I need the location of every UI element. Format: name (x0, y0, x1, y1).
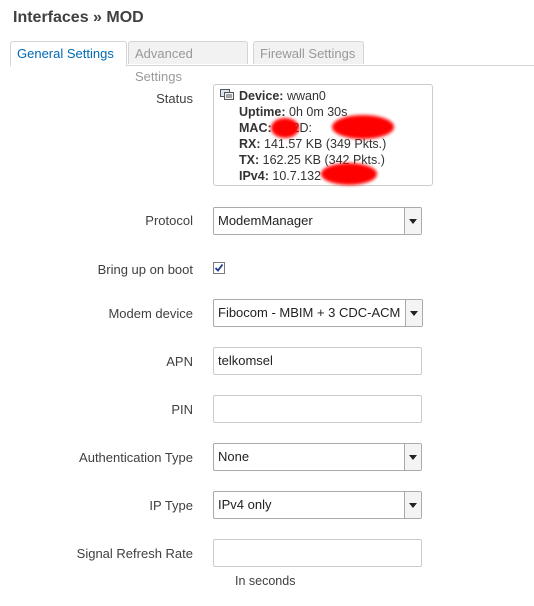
pin-label: PIN (171, 402, 193, 417)
chevron-down-icon (404, 444, 421, 470)
tab-general-settings[interactable]: General Settings (10, 41, 127, 66)
status-label: Status (156, 91, 193, 106)
chevron-down-icon (404, 492, 421, 518)
status-device: Device: wwan0 (239, 89, 326, 103)
protocol-label: Protocol (145, 213, 193, 228)
signal-refresh-rate-label: Signal Refresh Rate (76, 546, 193, 561)
tab-bar: General Settings Advanced Settings Firew… (10, 41, 534, 84)
status-box: Device: wwan0 Uptime: 0h 0m 30s MAC: 34:… (213, 84, 433, 186)
protocol-select[interactable]: ModemManager (213, 207, 422, 235)
tab-advanced-settings[interactable]: Advanced Settings (128, 41, 248, 84)
pin-input[interactable] (213, 395, 422, 423)
apn-label: APN (166, 354, 193, 369)
authentication-type-select[interactable]: None (213, 443, 422, 471)
redaction-mark (332, 115, 394, 139)
ip-type-select[interactable]: IPv4 only (213, 491, 422, 519)
signal-refresh-rate-hint: In seconds (235, 574, 296, 588)
signal-refresh-rate-input[interactable] (213, 539, 422, 567)
modem-device-select[interactable]: Fibocom - MBIM + 3 CDC-ACM (213, 299, 423, 327)
chevron-down-icon (405, 300, 422, 326)
chevron-down-icon (404, 208, 421, 234)
network-device-icon (220, 89, 234, 100)
redaction-mark (321, 163, 377, 185)
authentication-type-label: Authentication Type (79, 450, 193, 465)
bring-up-on-boot-label: Bring up on boot (97, 262, 193, 277)
page-title: Interfaces » MOD (13, 9, 144, 26)
tab-firewall-settings[interactable]: Firewall Settings (253, 41, 364, 64)
checkmark-icon (214, 263, 224, 272)
ip-type-label: IP Type (149, 498, 193, 513)
redaction-mark (271, 118, 299, 138)
bring-up-on-boot-checkbox[interactable] (213, 262, 225, 274)
apn-input[interactable]: telkomsel (213, 347, 422, 375)
modem-device-label: Modem device (108, 306, 193, 321)
